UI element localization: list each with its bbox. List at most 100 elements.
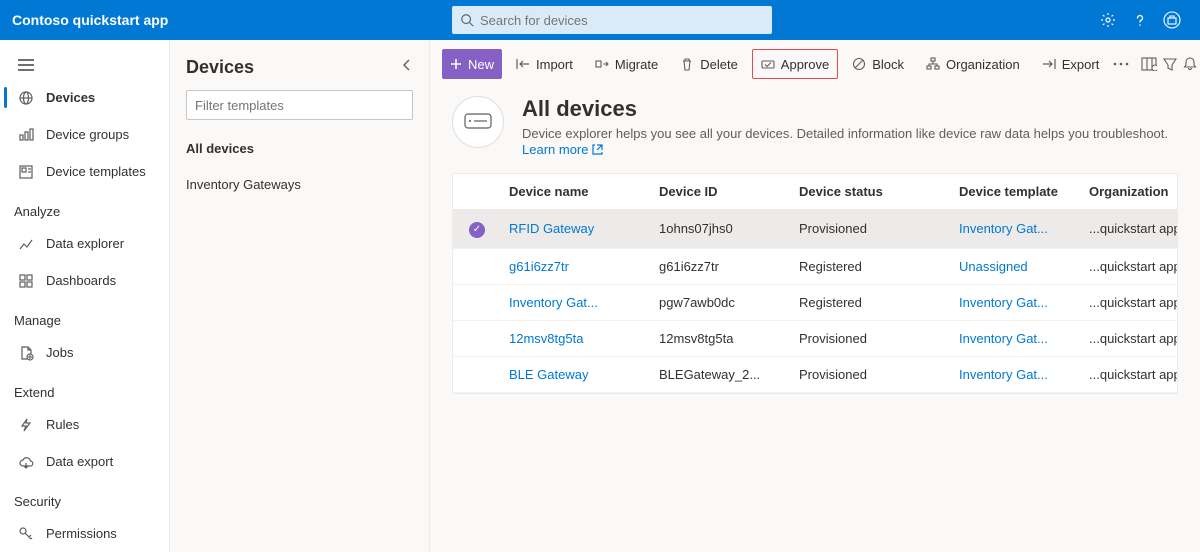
cell-device-name[interactable]: RFID Gateway [501,210,651,249]
nav-toggle[interactable] [0,50,169,79]
cell-device-template[interactable]: Inventory Gat... [951,320,1081,356]
cell-device-name[interactable]: BLE Gateway [501,356,651,392]
nav-item-devices[interactable]: Devices [0,79,169,116]
nav-section-extend: Extend [0,371,169,406]
devices-panel-title: Devices [186,57,254,78]
col-header[interactable]: Organization [1081,174,1178,210]
cell-device-template[interactable]: Inventory Gat... [951,284,1081,320]
filter-templates-input[interactable] [186,90,413,120]
cell-device-template[interactable]: Unassigned [951,248,1081,284]
cell-organization: ...quickstart app [1081,356,1178,392]
export-button[interactable]: Export [1034,49,1108,79]
col-select[interactable] [453,174,501,210]
template-icon [18,164,34,180]
grid-icon [18,273,34,289]
bar-icon [18,127,34,143]
import-icon [516,57,530,71]
cell-device-status: Provisioned [791,210,951,249]
edit-columns-button[interactable] [1141,49,1157,79]
nav-item-label: Rules [46,417,79,432]
gear-icon [1100,12,1116,28]
template-item[interactable]: All devices [186,130,413,166]
nav-item-label: Device templates [46,164,146,179]
cell-device-name[interactable]: g61i6zz7tr [501,248,651,284]
search-box[interactable] [452,6,772,34]
export-label: Export [1062,57,1100,72]
cell-device-name[interactable]: 12msv8tg5ta [501,320,651,356]
cell-organization: ...quickstart app [1081,320,1178,356]
export-icon [1042,57,1056,71]
nav-item-label: Permissions [46,526,117,541]
question-icon [1132,12,1148,28]
import-button[interactable]: Import [508,49,581,79]
panel-collapse-button[interactable] [401,58,413,76]
cell-device-status: Provisioned [791,356,951,392]
new-button[interactable]: New [442,49,502,79]
cell-organization: ...quickstart app [1081,248,1178,284]
org-icon [926,57,940,71]
row-select[interactable] [453,356,501,392]
learn-more-link[interactable]: Learn more [522,142,603,157]
nav-item-jobs[interactable]: Jobs [0,334,169,371]
command-bar: New Import Migrate Delete Approve Block [430,44,1200,84]
template-item[interactable]: Inventory Gateways [186,166,413,202]
page-title: All devices [522,96,1168,122]
table-row[interactable]: ✓RFID Gateway1ohns07jhs0ProvisionedInven… [453,210,1178,249]
organization-button[interactable]: Organization [918,49,1028,79]
device-icon [463,112,493,132]
cell-device-id: BLEGateway_2... [651,356,791,392]
row-select[interactable] [453,320,501,356]
col-header[interactable]: Device ID [651,174,791,210]
nav-item-device-templates[interactable]: Device templates [0,153,169,190]
notifications-button[interactable] [1183,49,1197,79]
col-header[interactable]: Device status [791,174,951,210]
approve-button[interactable]: Approve [752,49,838,79]
page-hero: All devices Device explorer helps you se… [430,84,1200,173]
migrate-button[interactable]: Migrate [587,49,666,79]
col-header[interactable]: Device template [951,174,1081,210]
cell-device-template[interactable]: Inventory Gat... [951,210,1081,249]
nav-item-data-export[interactable]: Data export [0,443,169,480]
cell-organization: ...quickstart app [1081,210,1178,249]
nav-item-device-groups[interactable]: Device groups [0,116,169,153]
cloud-icon [18,454,34,470]
nav-sidebar: Devices Device groups Device templates Ana… [0,40,170,552]
nav-section-security: Security [0,480,169,515]
app-title: Contoso quickstart app [12,12,452,28]
nav-item-rules[interactable]: Rules [0,406,169,443]
account-button[interactable] [1156,4,1188,36]
plus-icon [450,58,462,70]
delete-button[interactable]: Delete [672,49,746,79]
nav-item-dashboards[interactable]: Dashboards [0,262,169,299]
row-select[interactable] [453,248,501,284]
line-icon [18,236,34,252]
row-select[interactable]: ✓ [453,210,501,249]
nav-item-permissions[interactable]: Permissions [0,515,169,552]
external-link-icon [592,144,603,155]
migrate-label: Migrate [615,57,658,72]
delete-label: Delete [700,57,738,72]
help-button[interactable] [1124,4,1156,36]
col-header[interactable]: Device name [501,174,651,210]
settings-button[interactable] [1092,4,1124,36]
row-select[interactable] [453,284,501,320]
table-row[interactable]: BLE GatewayBLEGateway_2...ProvisionedInv… [453,356,1178,392]
search-icon [460,13,474,27]
cell-device-template[interactable]: Inventory Gat... [951,356,1081,392]
cell-device-id: pgw7awb0dc [651,284,791,320]
new-label: New [468,57,494,72]
search-input[interactable] [480,13,764,28]
table-row[interactable]: 12msv8tg5ta12msv8tg5taProvisionedInvento… [453,320,1178,356]
filter-button[interactable] [1163,49,1177,79]
block-button[interactable]: Block [844,49,912,79]
nav-item-label: Devices [46,90,95,105]
doc-icon [18,345,34,361]
nav-section-analyze: Analyze [0,190,169,225]
table-row[interactable]: Inventory Gat...pgw7awb0dcRegisteredInve… [453,284,1178,320]
nav-item-data-explorer[interactable]: Data explorer [0,225,169,262]
columns-icon [1141,57,1157,71]
more-commands-button[interactable] [1113,49,1129,79]
table-row[interactable]: g61i6zz7trg61i6zz7trRegisteredUnassigned… [453,248,1178,284]
filter-icon [1163,57,1177,71]
cell-device-name[interactable]: Inventory Gat... [501,284,651,320]
